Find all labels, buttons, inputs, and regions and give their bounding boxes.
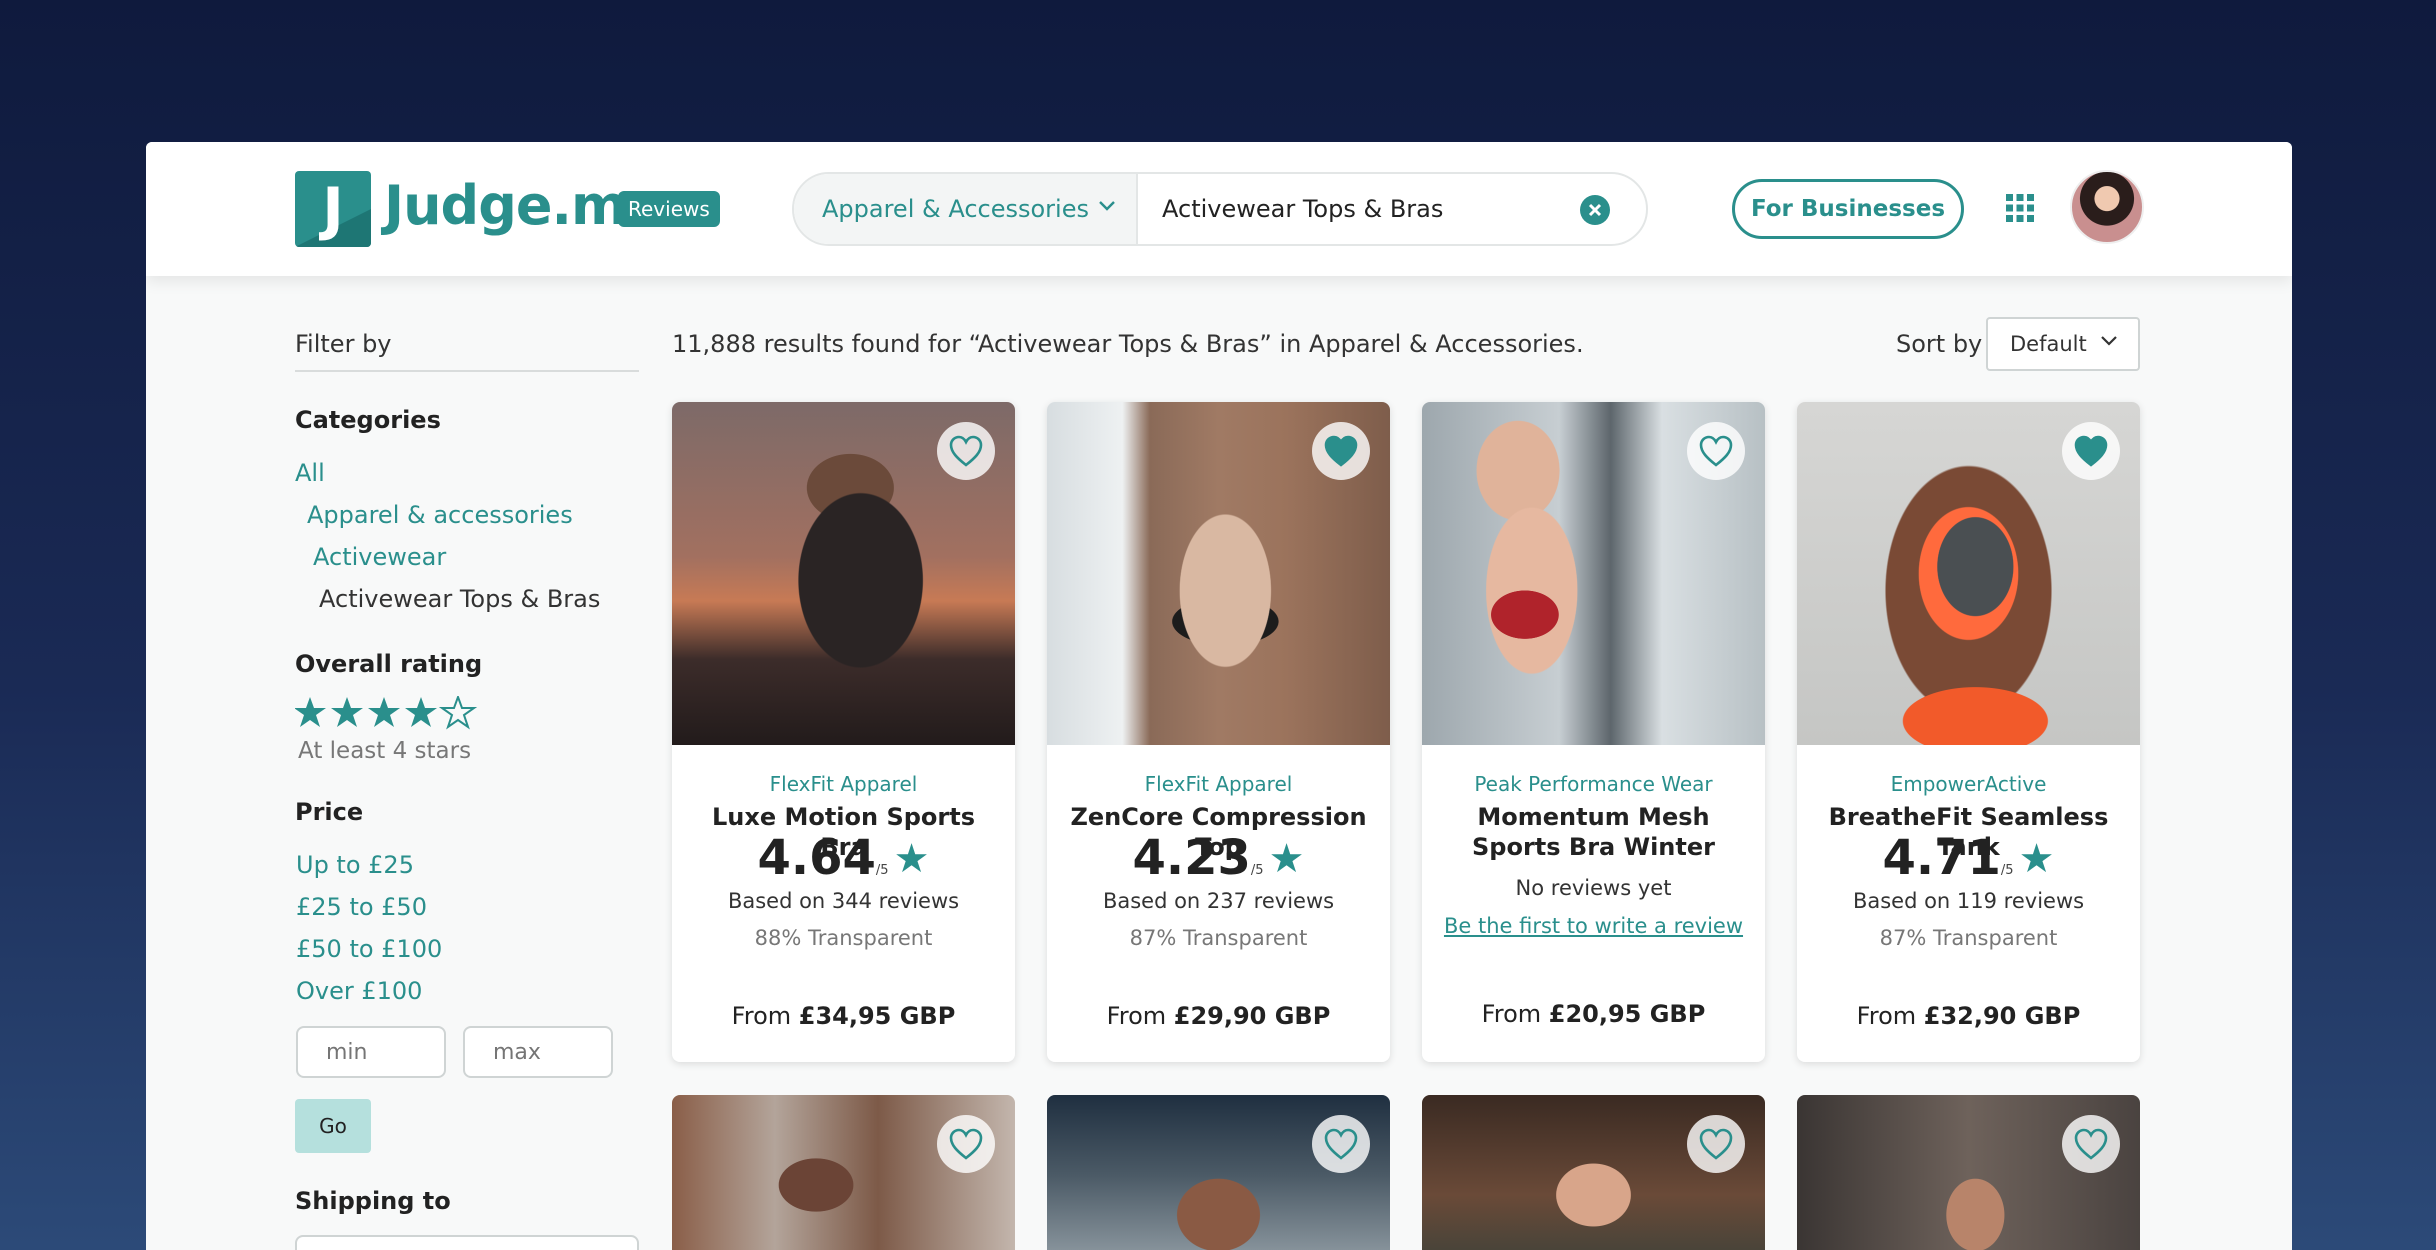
rating-heading: Overall rating <box>295 650 483 678</box>
product-transparency: 88% Transparent <box>754 926 933 950</box>
category-link-all[interactable]: All <box>295 459 325 487</box>
filter-title: Filter by <box>295 330 392 358</box>
price-option-up-to-25[interactable]: Up to £25 <box>296 851 414 879</box>
favorite-button[interactable] <box>2062 422 2120 480</box>
star-icon <box>405 697 437 727</box>
search-bar: Apparel & Accessories <box>792 172 1648 246</box>
favorite-button[interactable] <box>937 1115 995 1173</box>
product-review-count: Based on 237 reviews <box>1102 889 1335 913</box>
divider <box>295 370 639 372</box>
product-brand[interactable]: EmpowerActive <box>1797 772 2140 796</box>
shipping-heading: Shipping to <box>295 1187 451 1215</box>
categories-heading: Categories <box>295 406 441 434</box>
sort-value: Default <box>2010 332 2087 356</box>
product-name[interactable]: Momentum Mesh Sports Bra Winter <box>1442 802 1745 862</box>
heart-outline-icon <box>949 435 983 467</box>
clear-search-button[interactable] <box>1580 195 1610 225</box>
sort-label: Sort by <box>1896 330 1983 358</box>
heart-outline-icon <box>1699 435 1733 467</box>
price-option-50-100[interactable]: £50 to £100 <box>296 935 442 963</box>
for-businesses-button[interactable]: For Businesses <box>1732 179 1964 239</box>
product-price: From £32,90 GBP <box>1856 1002 2081 1030</box>
product-review-count: Based on 344 reviews <box>727 889 960 913</box>
reviews-badge: Reviews <box>618 191 720 227</box>
price-max-input[interactable] <box>463 1026 613 1078</box>
favorite-button[interactable] <box>937 422 995 480</box>
star-icon <box>368 697 400 727</box>
star-icon <box>294 697 326 727</box>
product-card[interactable]: FlexFit Apparel Luxe Motion Sports Bra 4… <box>672 402 1015 1062</box>
browser-window: J Judge.me Reviews Apparel & Accessories… <box>146 142 2292 1250</box>
product-transparency: 87% Transparent <box>1129 926 1308 950</box>
category-current: Activewear Tops & Bras <box>319 585 601 613</box>
price-option-25-50[interactable]: £25 to £50 <box>296 893 427 921</box>
close-icon <box>1588 203 1602 217</box>
product-card[interactable]: FlexFit Apparel ZenCore Compression Top … <box>1047 402 1390 1062</box>
product-no-reviews: No reviews yet <box>1515 876 1672 900</box>
price-min-input[interactable] <box>296 1026 446 1078</box>
favorite-button[interactable] <box>1312 422 1370 480</box>
write-review-link[interactable]: Be the first to write a review <box>1422 914 1765 938</box>
star-icon: ★ <box>2018 836 2055 882</box>
product-rating: 4.23/5 ★ <box>1132 830 1305 886</box>
category-select-label: Apparel & Accessories <box>822 195 1089 223</box>
product-image[interactable] <box>1797 1095 2140 1250</box>
avatar[interactable] <box>2070 170 2144 244</box>
star-icon <box>331 697 363 727</box>
heart-filled-icon <box>2074 435 2108 467</box>
star-icon: ★ <box>1268 836 1305 882</box>
product-rating: 4.64/5 ★ <box>757 830 930 886</box>
heart-outline-icon <box>2074 1128 2108 1160</box>
heart-outline-icon <box>1699 1128 1733 1160</box>
rating-filter-note: At least 4 stars <box>298 738 472 764</box>
price-go-button[interactable]: Go <box>295 1099 371 1153</box>
star-outline-icon <box>438 694 478 730</box>
search-input[interactable] <box>1162 188 1562 230</box>
apps-grid-icon[interactable] <box>2006 194 2034 222</box>
category-link-apparel[interactable]: Apparel & accessories <box>307 501 573 529</box>
product-brand[interactable]: FlexFit Apparel <box>1047 772 1390 796</box>
product-transparency: 87% Transparent <box>1879 926 2058 950</box>
favorite-button[interactable] <box>1312 1115 1370 1173</box>
heart-outline-icon <box>949 1128 983 1160</box>
product-review-count: Based on 119 reviews <box>1852 889 2085 913</box>
favorite-button[interactable] <box>1687 1115 1745 1173</box>
results-summary: 11,888 results found for “Activewear Top… <box>672 330 1584 358</box>
product-price: From £29,90 GBP <box>1106 1002 1331 1030</box>
rating-filter-stars[interactable] <box>294 694 495 741</box>
product-image[interactable] <box>1047 1095 1390 1250</box>
price-heading: Price <box>295 798 364 826</box>
sort-select[interactable]: Default <box>1986 317 2140 371</box>
heart-filled-icon <box>1324 435 1358 467</box>
category-select[interactable]: Apparel & Accessories <box>794 174 1138 244</box>
product-price: From £34,95 GBP <box>731 1002 956 1030</box>
price-option-over-100[interactable]: Over £100 <box>296 977 422 1005</box>
category-link-activewear[interactable]: Activewear <box>313 543 446 571</box>
product-image[interactable] <box>1422 1095 1765 1250</box>
product-brand[interactable]: FlexFit Apparel <box>672 772 1015 796</box>
product-image[interactable] <box>672 1095 1015 1250</box>
logo-icon[interactable]: J <box>295 171 371 247</box>
chevron-down-icon <box>1096 194 1118 222</box>
product-card[interactable]: EmpowerActive BreatheFit Seamless Tank 4… <box>1797 402 2140 1062</box>
top-navigation: J Judge.me Reviews Apparel & Accessories… <box>146 142 2292 276</box>
product-price: From £20,95 GBP <box>1481 1000 1706 1028</box>
star-icon: ★ <box>893 836 930 882</box>
product-rating: 4.71/5 ★ <box>1882 830 2055 886</box>
product-card[interactable]: Peak Performance Wear Momentum Mesh Spor… <box>1422 402 1765 1062</box>
heart-outline-icon <box>1324 1128 1358 1160</box>
favorite-button[interactable] <box>2062 1115 2120 1173</box>
product-brand[interactable]: Peak Performance Wear <box>1422 772 1765 796</box>
favorite-button[interactable] <box>1687 422 1745 480</box>
chevron-down-icon <box>2098 329 2120 357</box>
shipping-select[interactable] <box>295 1235 639 1250</box>
